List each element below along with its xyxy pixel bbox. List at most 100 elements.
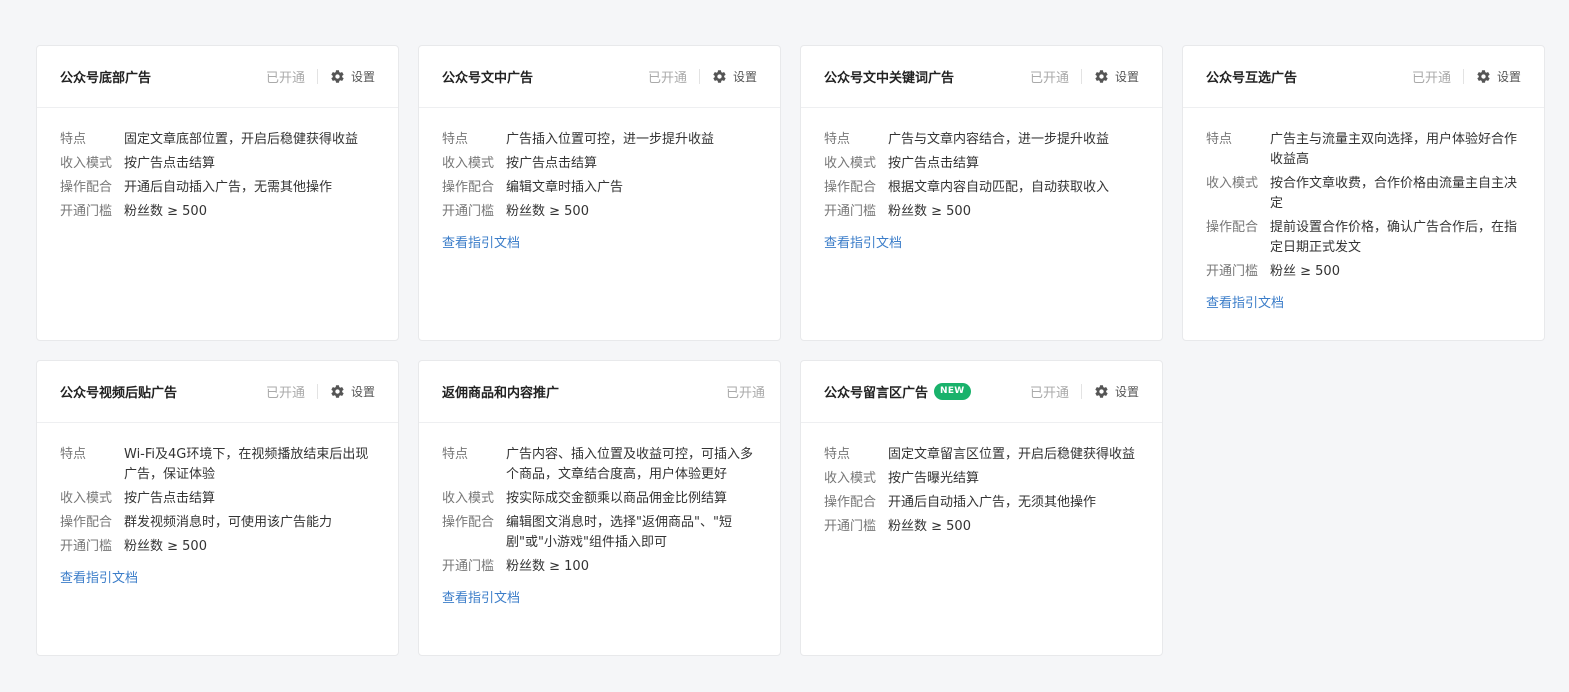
card-title: 返佣商品和内容推广 [442, 386, 560, 401]
operation-label: 操作配合 [442, 515, 495, 530]
threshold-value: 粉丝数 ≥ 500 [124, 539, 207, 554]
divider [1080, 384, 1082, 399]
view-guide-link[interactable]: 查看指引文档 [824, 234, 902, 254]
feature-value: 广告内容、插入位置及收益可控，可插入多个商品，文章结合度高，用户体验更好 [506, 447, 754, 482]
operation-label: 操作配合 [824, 495, 877, 510]
divider [316, 384, 318, 399]
card-header: 公众号底部广告 已开通 设置 [37, 46, 398, 108]
card-keyword-ad: 公众号文中关键词广告 已开通 设置 特点 广告与文章内容结合，进一步提升收益 收入… [800, 45, 1163, 341]
card-header: 公众号文中关键词广告 已开通 设置 [801, 46, 1162, 108]
feature-value: 广告与文章内容结合，进一步提升收益 [888, 132, 1110, 147]
income-label: 收入模式 [1206, 176, 1259, 191]
card-title: 公众号文中广告 [442, 71, 534, 86]
operation-value: 编辑图文消息时，选择"返佣商品"、"短剧"或"小游戏"组件插入即可 [506, 515, 732, 550]
card-mutual-select-ad: 公众号互选广告 已开通 设置 特点 广告主与流量主双向选择，用户体验好合作收益高 … [1182, 45, 1545, 341]
feature-label: 特点 [442, 447, 469, 462]
income-value: 按合作文章收费，合作价格由流量主自主决定 [1270, 176, 1518, 211]
view-guide-link[interactable]: 查看指引文档 [442, 589, 520, 609]
settings-button[interactable]: 设置 [712, 68, 757, 85]
operation-label: 操作配合 [60, 180, 113, 195]
status-badge: 已开通 [1411, 71, 1451, 86]
view-guide-link[interactable]: 查看指引文档 [1206, 294, 1284, 314]
divider [698, 69, 700, 84]
operation-value: 开通后自动插入广告，无需其他操作 [124, 180, 333, 195]
card-video-post-ad: 公众号视频后贴广告 已开通 设置 特点 Wi-Fi及4G环境下，在视频播放结束后出… [36, 360, 399, 656]
operation-value: 群发视频消息时，可使用该广告能力 [124, 515, 333, 530]
threshold-label: 开通门槛 [442, 559, 495, 574]
income-label: 收入模式 [442, 491, 495, 506]
settings-label: 设置 [1114, 70, 1139, 84]
income-value: 按广告点击结算 [506, 156, 598, 171]
income-value: 按实际成交金额乘以商品佣金比例结算 [506, 491, 728, 506]
feature-label: 特点 [60, 447, 87, 462]
operation-label: 操作配合 [442, 180, 495, 195]
settings-button[interactable]: 设置 [330, 68, 375, 85]
feature-value: 广告主与流量主双向选择，用户体验好合作收益高 [1270, 132, 1518, 167]
status-badge: 已开通 [1029, 386, 1069, 401]
income-value: 按广告点击结算 [124, 156, 216, 171]
gear-icon [1095, 385, 1108, 398]
settings-button[interactable]: 设置 [330, 383, 375, 400]
card-comment-area-ad: 公众号留言区广告 NEW 已开通 设置 特点 固定文章留言区位置，开启后稳健获得收… [800, 360, 1163, 656]
threshold-value: 粉丝数 ≥ 500 [888, 519, 971, 534]
card-header: 返佣商品和内容推广 已开通 [419, 361, 780, 423]
card-title: 公众号视频后贴广告 [60, 386, 178, 401]
gear-icon [1095, 70, 1108, 83]
card-header: 公众号互选广告 已开通 设置 [1183, 46, 1544, 108]
threshold-label: 开通门槛 [824, 204, 877, 219]
feature-value: 固定文章底部位置，开启后稳健获得收益 [124, 132, 359, 147]
gear-icon [1477, 70, 1490, 83]
status-badge: 已开通 [265, 71, 305, 86]
settings-button[interactable]: 设置 [1476, 68, 1521, 85]
card-body: 特点 固定文章留言区位置，开启后稳健获得收益 收入模式 按广告曝光结算 操作配合 开通… [801, 423, 1162, 541]
settings-label: 设置 [1114, 385, 1139, 399]
operation-label: 操作配合 [60, 515, 113, 530]
income-label: 收入模式 [442, 156, 495, 171]
card-body: 特点 广告主与流量主双向选择，用户体验好合作收益高 收入模式 按合作文章收费，合作价… [1183, 108, 1544, 314]
settings-label: 设置 [350, 70, 375, 84]
income-label: 收入模式 [60, 491, 113, 506]
settings-label: 设置 [732, 70, 757, 84]
gear-icon [331, 385, 344, 398]
threshold-label: 开通门槛 [824, 519, 877, 534]
divider [316, 69, 318, 84]
card-commission-promo: 返佣商品和内容推广 已开通 特点 广告内容、插入位置及收益可控，可插入多个商品，文… [418, 360, 781, 656]
card-title: 公众号互选广告 [1206, 71, 1298, 86]
card-body: 特点 固定文章底部位置，开启后稳健获得收益 收入模式 按广告点击结算 操作配合 开通后… [37, 108, 398, 226]
card-title: 公众号文中关键词广告 [824, 71, 955, 86]
threshold-label: 开通门槛 [1206, 264, 1259, 279]
card-title: 公众号底部广告 [60, 71, 152, 86]
threshold-value: 粉丝数 ≥ 100 [506, 559, 589, 574]
card-body: 特点 广告与文章内容结合，进一步提升收益 收入模式 按广告点击结算 操作配合 根据文章… [801, 108, 1162, 254]
settings-label: 设置 [1496, 70, 1521, 84]
operation-value: 编辑文章时插入广告 [506, 180, 624, 195]
status-badge: 已开通 [265, 386, 305, 401]
card-body: 特点 Wi-Fi及4G环境下，在视频播放结束后出现广告，保证体验 收入模式 按广告点… [37, 423, 398, 589]
feature-label: 特点 [60, 132, 87, 147]
status-badge: 已开通 [725, 386, 765, 401]
status-badge: 已开通 [647, 71, 687, 86]
income-value: 按广告点击结算 [888, 156, 980, 171]
feature-label: 特点 [824, 447, 851, 462]
ad-cards-grid: 公众号底部广告 已开通 设置 特点 固定文章底部位置，开启后稳健获得收益 收入模式… [36, 45, 1546, 656]
new-badge: NEW [934, 383, 971, 400]
feature-value: 固定文章留言区位置，开启后稳健获得收益 [888, 447, 1136, 462]
operation-value: 开通后自动插入广告，无须其他操作 [888, 495, 1097, 510]
threshold-label: 开通门槛 [442, 204, 495, 219]
card-body: 特点 广告内容、插入位置及收益可控，可插入多个商品，文章结合度高，用户体验更好 收… [419, 423, 780, 609]
income-label: 收入模式 [824, 156, 877, 171]
status-badge: 已开通 [1029, 71, 1069, 86]
threshold-value: 粉丝 ≥ 500 [1270, 264, 1340, 279]
gear-icon [331, 70, 344, 83]
feature-value: Wi-Fi及4G环境下，在视频播放结束后出现广告，保证体验 [124, 447, 369, 482]
feature-label: 特点 [824, 132, 851, 147]
view-guide-link[interactable]: 查看指引文档 [60, 569, 138, 589]
settings-button[interactable]: 设置 [1094, 383, 1139, 400]
card-header: 公众号视频后贴广告 已开通 设置 [37, 361, 398, 423]
view-guide-link[interactable]: 查看指引文档 [442, 234, 520, 254]
income-label: 收入模式 [60, 156, 113, 171]
settings-button[interactable]: 设置 [1094, 68, 1139, 85]
divider [1080, 69, 1082, 84]
income-label: 收入模式 [824, 471, 877, 486]
card-bottom-ad: 公众号底部广告 已开通 设置 特点 固定文章底部位置，开启后稳健获得收益 收入模式… [36, 45, 399, 341]
